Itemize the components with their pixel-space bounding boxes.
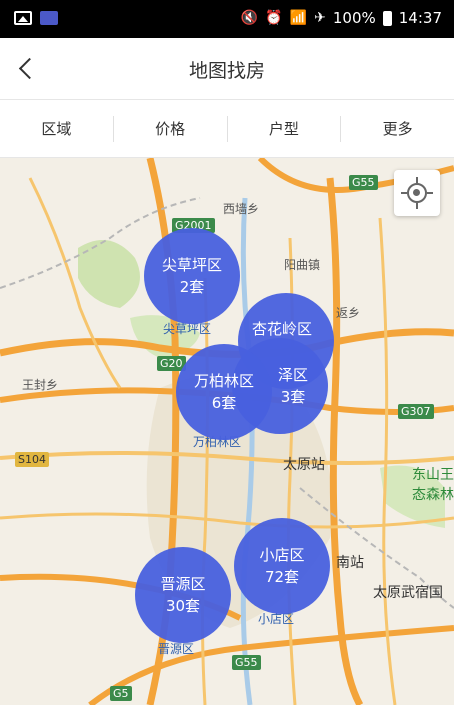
- place-label-taisenlin: 态森林: [412, 487, 454, 503]
- locate-button[interactable]: [394, 170, 440, 216]
- cluster-count: 6套: [211, 394, 237, 412]
- filter-district[interactable]: 区域: [0, 115, 114, 142]
- app-icon: [40, 11, 58, 25]
- page-title: 地图找房: [188, 60, 265, 82]
- cluster-name: 万柏林区: [193, 372, 254, 390]
- place-label-south-station: 南站: [336, 555, 364, 571]
- cluster-name: 泽区: [277, 366, 308, 384]
- airplane-icon: ✈: [314, 10, 326, 26]
- place-label-wangfengxiang: 王封乡: [22, 378, 59, 392]
- cluster-xiaodian[interactable]: 小店区 72套: [234, 518, 330, 614]
- road-label-g55-top: G55: [349, 175, 378, 190]
- map-view[interactable]: G2001 G55 G20 G307 S104 G55 G5 西墙乡 阳曲镇 返…: [0, 158, 454, 705]
- place-label-wusu-airport: 太原武宿国: [373, 585, 443, 601]
- cluster-count: 3套: [280, 388, 306, 406]
- filter-price[interactable]: 价格: [114, 115, 228, 142]
- place-label-taiyuan-station: 太原站: [283, 457, 325, 473]
- cluster-count: 2套: [179, 278, 205, 296]
- road-label-g5: G5: [110, 686, 132, 701]
- cluster-count: 72套: [264, 568, 300, 586]
- cluster-name: 小店区: [259, 546, 305, 564]
- filter-bar: 区域 价格 户型 更多: [0, 100, 454, 158]
- cluster-name: 晋源区: [160, 575, 206, 593]
- road-label-g307: G307: [398, 404, 434, 419]
- place-label-yangquzhen: 阳曲镇: [284, 258, 321, 272]
- alarm-icon: ⏰: [265, 10, 283, 26]
- road-label-s104: S104: [15, 452, 49, 467]
- cluster-wanbailin[interactable]: 万柏林区 6套: [176, 344, 272, 440]
- battery-percent: 100%: [332, 9, 376, 27]
- gallery-icon: [14, 11, 32, 25]
- road-label-g55-bottom: G55: [232, 655, 261, 670]
- cluster-name: 尖草坪区: [161, 256, 222, 274]
- battery-icon: [382, 10, 392, 26]
- filter-more[interactable]: 更多: [341, 116, 454, 142]
- cluster-jiancaoping[interactable]: 尖草坪区 2套: [144, 228, 240, 324]
- place-label-dongshanwang: 东山王: [412, 467, 454, 483]
- place-label-xiqiangxiang: 西墙乡: [223, 202, 260, 216]
- mute-icon: 🔇: [240, 10, 259, 26]
- header: 地图找房: [0, 38, 454, 100]
- filter-layout[interactable]: 户型: [228, 115, 342, 142]
- cluster-name: 杏花岭区: [252, 320, 313, 338]
- place-label-fanxiang: 返乡: [336, 306, 361, 320]
- cluster-count: 30套: [165, 597, 201, 615]
- status-bar: 🔇 ⏰ 📶 ✈ 100% 14:37: [0, 0, 454, 38]
- clock: 14:37: [398, 9, 442, 27]
- cluster-jinyuan[interactable]: 晋源区 30套: [135, 547, 231, 643]
- crosshair-icon: [407, 183, 427, 203]
- wifi-icon: 📶: [289, 10, 308, 26]
